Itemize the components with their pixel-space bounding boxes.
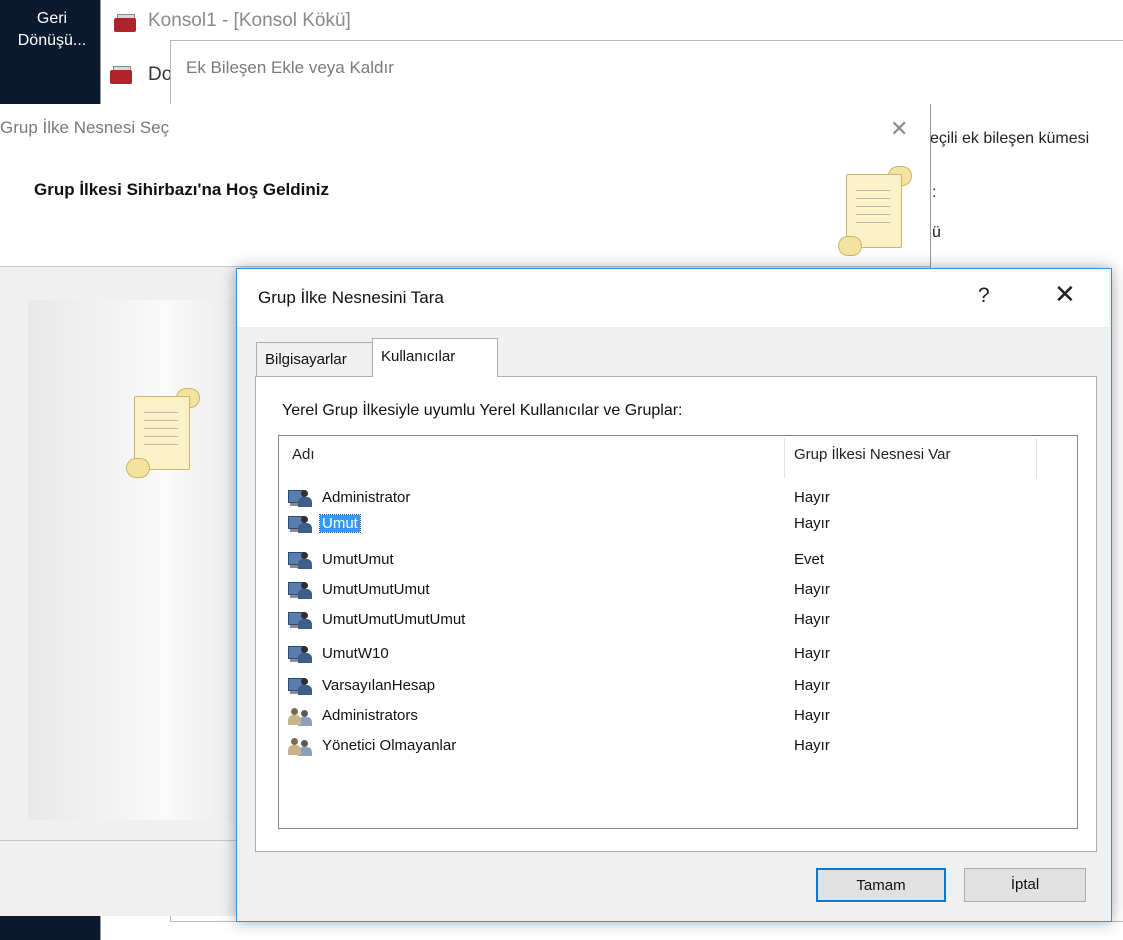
column-divider[interactable] [1036, 438, 1037, 478]
cancel-button[interactable]: İptal [964, 868, 1086, 902]
list-item[interactable]: Administrator Hayır [286, 486, 986, 512]
list-item[interactable]: Umut Hayır [286, 512, 986, 538]
tab-users[interactable]: Kullanıcılar [372, 338, 498, 377]
gpo-wizard-title: Grup İlke Nesnesi Seç [0, 118, 170, 137]
scroll-icon-large [124, 388, 200, 478]
help-icon[interactable]: ? [978, 284, 990, 308]
list-item-name: VarsayılanHesap [322, 677, 436, 694]
list-item[interactable]: UmutW10 Hayır [286, 642, 986, 668]
recycle-bin-label[interactable]: Geri Dönüşü... [6, 8, 98, 52]
browse-gpo-title: Grup İlke Nesnesini Tara [258, 288, 444, 307]
column-header-has-gpo[interactable]: Grup İlkesi Nesnesi Var [794, 446, 950, 463]
user-icon [288, 677, 316, 697]
list-item[interactable]: UmutUmutUmut Hayır [286, 578, 986, 604]
list-item-name: Administrator [322, 489, 411, 506]
scroll-icon [836, 166, 912, 256]
gpo-wizard-side-panel [28, 300, 258, 820]
list-item-name: Umut [319, 514, 361, 533]
column-divider[interactable] [784, 438, 785, 478]
list-item-has-gpo: Hayır [794, 677, 830, 694]
list-item-name: Administrators [322, 707, 418, 724]
list-item[interactable]: UmutUmut Evet [286, 548, 986, 574]
list-item[interactable]: VarsayılanHesap Hayır [286, 674, 986, 700]
add-remove-snapin-title: Ek Bileşen Ekle veya Kaldır [186, 58, 394, 77]
user-icon [288, 515, 316, 535]
tab-computers[interactable]: Bilgisayarlar [256, 342, 374, 376]
ok-button[interactable]: Tamam [816, 868, 946, 902]
user-icon [288, 611, 316, 631]
gpo-wizard-close-icon[interactable]: ✕ [890, 116, 908, 142]
list-item[interactable]: Administrators Hayır [286, 704, 986, 730]
group-icon [288, 707, 316, 727]
list-item[interactable]: UmutUmutUmutUmut Hayır [286, 608, 986, 634]
list-item-has-gpo: Hayır [794, 737, 830, 754]
list-item-has-gpo: Hayır [794, 489, 830, 506]
user-icon [288, 581, 316, 601]
column-header-name[interactable]: Adı [292, 446, 315, 463]
selected-snapins-label: eçili ek bileşen kümesi [930, 130, 1090, 147]
list-item-name: Yönetici Olmayanlar [322, 737, 457, 754]
user-icon [288, 551, 316, 571]
gpo-wizard-welcome-heading: Grup İlkesi Sihirbazı'na Hoş Geldiniz [34, 180, 329, 199]
console-menu-item[interactable]: Do [148, 64, 172, 86]
list-item-name: UmutUmut [322, 551, 394, 568]
list-item-has-gpo: Hayır [794, 515, 830, 532]
list-item-has-gpo: Hayır [794, 707, 830, 724]
list-item-has-gpo: Hayır [794, 611, 830, 628]
group-icon [288, 737, 316, 757]
list-item-has-gpo: Hayır [794, 645, 830, 662]
snapin-colon-text: : [932, 184, 937, 201]
console-doc-icon [108, 64, 134, 86]
user-icon [288, 489, 316, 509]
list-item-name: UmutUmutUmut [322, 581, 430, 598]
users-groups-list-label: Yerel Grup İlkesiyle uyumlu Yerel Kullan… [282, 402, 683, 419]
console-icon [112, 12, 138, 34]
list-item-has-gpo: Evet [794, 551, 825, 568]
list-item-name: UmutUmutUmutUmut [322, 611, 466, 628]
user-icon [288, 645, 316, 665]
console-window-title: Konsol1 - [Konsol Kökü] [148, 10, 351, 31]
list-item-name: UmutW10 [322, 645, 389, 662]
list-item[interactable]: Yönetici Olmayanlar Hayır [286, 734, 986, 760]
list-item-has-gpo: Hayır [794, 581, 830, 598]
snapin-partial-text: ü [932, 224, 941, 241]
close-icon[interactable]: ✕ [1054, 280, 1076, 308]
